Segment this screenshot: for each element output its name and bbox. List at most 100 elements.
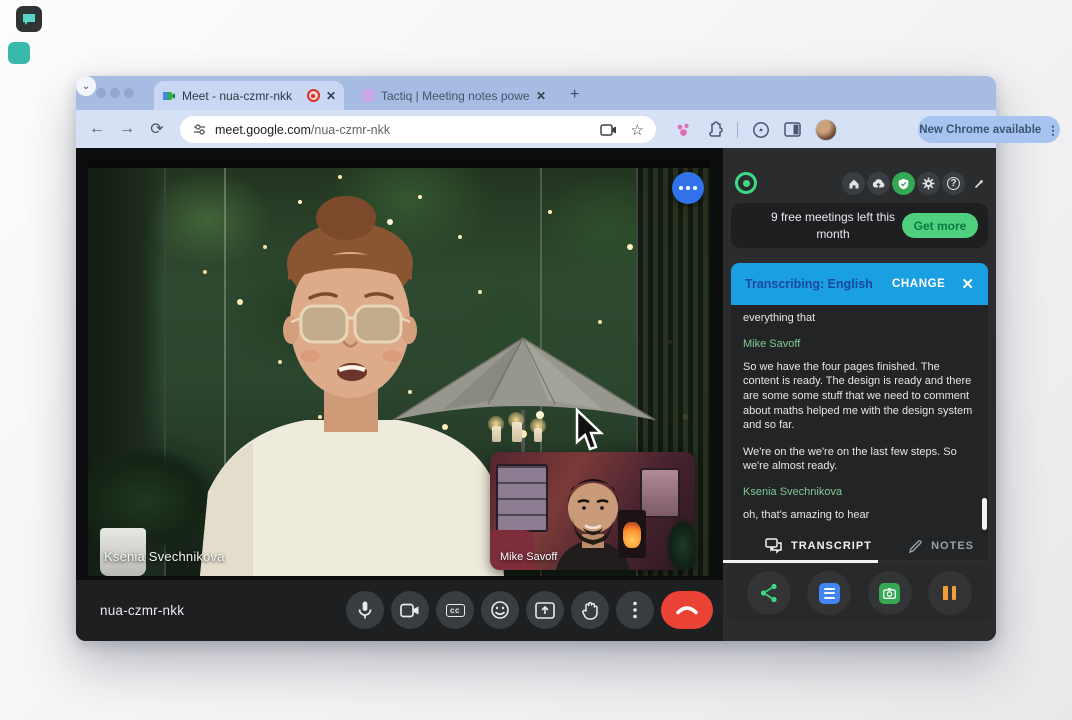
microphone-icon (356, 600, 374, 620)
camera-in-use-icon[interactable] (600, 123, 618, 137)
tab-notes[interactable]: NOTES (908, 539, 974, 554)
transcribing-banner: Transcribing: English CHANGE ✕ (731, 263, 988, 305)
microphone-button[interactable] (346, 591, 384, 629)
profile-avatar[interactable] (815, 119, 837, 141)
meet-control-bar: nua-czmr-nkk cc (76, 580, 723, 641)
share-button[interactable] (747, 571, 791, 615)
pencil-icon (908, 539, 923, 554)
speaker-name: Ksenia Svechnikova (743, 486, 976, 498)
tab-transcript[interactable]: TRANSCRIPT (765, 538, 872, 554)
transcribing-label: Transcribing: English (745, 277, 873, 291)
transcript-text: We're on the we're on the last few steps… (743, 445, 976, 474)
site-settings-tune-icon[interactable] (192, 122, 207, 137)
end-call-icon (676, 605, 698, 615)
speaker-name: Mike Savoff (743, 338, 976, 350)
back-button[interactable]: ← (82, 120, 112, 138)
chat-bubble-icon (21, 11, 37, 27)
pip-plant (666, 518, 695, 570)
pip-fireplace (618, 510, 646, 558)
transcript-panel[interactable]: everything that Mike Savoff So we have t… (731, 305, 988, 560)
meet-stage: Ksenia Svechnikova (76, 148, 723, 641)
tactiq-extension-icon[interactable] (674, 121, 692, 139)
pip-window-left (496, 464, 548, 532)
pip-speaker-name-label: Mike Savoff (500, 551, 557, 563)
pause-transcription-button[interactable] (928, 571, 972, 615)
url-text[interactable]: meet.google.com/nua-czmr-nkk (215, 123, 390, 137)
tactiq-favicon-icon (362, 89, 375, 102)
performance-icon[interactable] (752, 121, 770, 139)
free-meetings-banner: 9 free meetings left this month Get more (731, 203, 988, 248)
browser-window: Meet - nua-czmr-nkk ✕ Tactiq | Meeting n… (76, 76, 996, 641)
tab-transcript-label: TRANSCRIPT (791, 540, 872, 552)
pip-window-right (640, 468, 680, 518)
tab-meet-title: Meet - nua-czmr-nkk (182, 89, 301, 103)
home-icon (848, 178, 860, 190)
smiley-icon (490, 600, 510, 620)
traffic-light-zoom[interactable] (124, 88, 134, 98)
main-speaker-name-label: Ksenia Svechnikova (104, 549, 225, 564)
present-button[interactable] (526, 591, 564, 629)
traffic-light-close[interactable] (96, 88, 106, 98)
main-video-tile: Ksenia Svechnikova (88, 160, 710, 576)
tactiq-action-bar (727, 564, 992, 622)
browser-menu-icon[interactable]: ⋮ (1047, 123, 1059, 137)
forward-button[interactable]: → (112, 120, 142, 138)
dismiss-banner-icon[interactable]: ✕ (961, 275, 974, 293)
address-bar[interactable]: meet.google.com/nua-czmr-nkk ☆ (180, 116, 656, 143)
mouse-cursor (574, 408, 608, 454)
captions-icon: cc (446, 604, 465, 617)
settings-button[interactable] (917, 172, 940, 195)
transcript-text: everything that (743, 311, 976, 326)
reload-button[interactable]: ⟳ (142, 119, 172, 139)
tactiq-header-actions: ? (842, 172, 990, 195)
google-docs-icon (819, 583, 840, 604)
update-chrome-button[interactable]: New Chrome available ⋮ (918, 116, 1060, 143)
transcript-text: oh, that's amazing to hear (743, 508, 976, 523)
screenshot-button[interactable] (868, 571, 912, 615)
camera-icon (400, 603, 420, 618)
bookmark-star-icon[interactable]: ☆ (631, 121, 644, 139)
help-icon: ? (947, 177, 960, 190)
export-to-docs-button[interactable] (807, 571, 851, 615)
pause-icon (943, 586, 956, 600)
desktop-chat-app-icon[interactable] (16, 6, 42, 32)
more-options-button[interactable] (616, 591, 654, 629)
raise-hand-button[interactable] (571, 591, 609, 629)
change-language-button[interactable]: CHANGE (892, 278, 945, 290)
privacy-shield-button[interactable] (892, 172, 915, 195)
desktop-teal-app-icon[interactable] (8, 42, 30, 64)
cloud-upload-button[interactable] (867, 172, 890, 195)
active-tab-underline (723, 560, 878, 563)
new-tab-button[interactable]: + (570, 85, 579, 105)
pin-icon (973, 178, 985, 190)
tab-tactiq[interactable]: Tactiq | Meeting notes power ✕ (352, 81, 556, 110)
recording-indicator-icon (307, 89, 320, 102)
end-call-button[interactable] (661, 591, 713, 629)
get-more-button[interactable]: Get more (902, 213, 978, 238)
tab-notes-label: NOTES (931, 540, 974, 552)
chat-overlay-icon[interactable] (672, 172, 704, 204)
raised-hand-icon (581, 600, 599, 620)
update-chrome-label: New Chrome available (919, 124, 1041, 136)
transcript-scrollbar[interactable] (982, 498, 987, 530)
screenshot-camera-icon (879, 583, 900, 604)
traffic-light-minimize[interactable] (110, 88, 120, 98)
tab-meet[interactable]: Meet - nua-czmr-nkk ✕ (154, 81, 344, 110)
pin-panel-button[interactable] (967, 172, 990, 195)
extensions-puzzle-icon[interactable] (706, 121, 723, 138)
toolbar-extensions-area (674, 116, 914, 143)
transcript-text: So we have the four pages finished. The … (743, 360, 976, 433)
tab-meet-close-icon[interactable]: ✕ (326, 89, 336, 103)
tactiq-tabs: TRANSCRIPT NOTES (731, 533, 988, 559)
tab-tactiq-close-icon[interactable]: ✕ (536, 89, 546, 103)
share-icon (760, 583, 778, 603)
camera-button[interactable] (391, 591, 429, 629)
pip-video-tile[interactable]: Mike Savoff (490, 452, 695, 570)
reactions-button[interactable] (481, 591, 519, 629)
captions-button[interactable]: cc (436, 591, 474, 629)
url-path: /nua-czmr-nkk (311, 123, 390, 137)
home-button[interactable] (842, 172, 865, 195)
help-button[interactable]: ? (942, 172, 965, 195)
side-panel-icon[interactable] (784, 122, 801, 137)
tab-search-chevron-icon[interactable]: ⌄ (76, 76, 96, 96)
